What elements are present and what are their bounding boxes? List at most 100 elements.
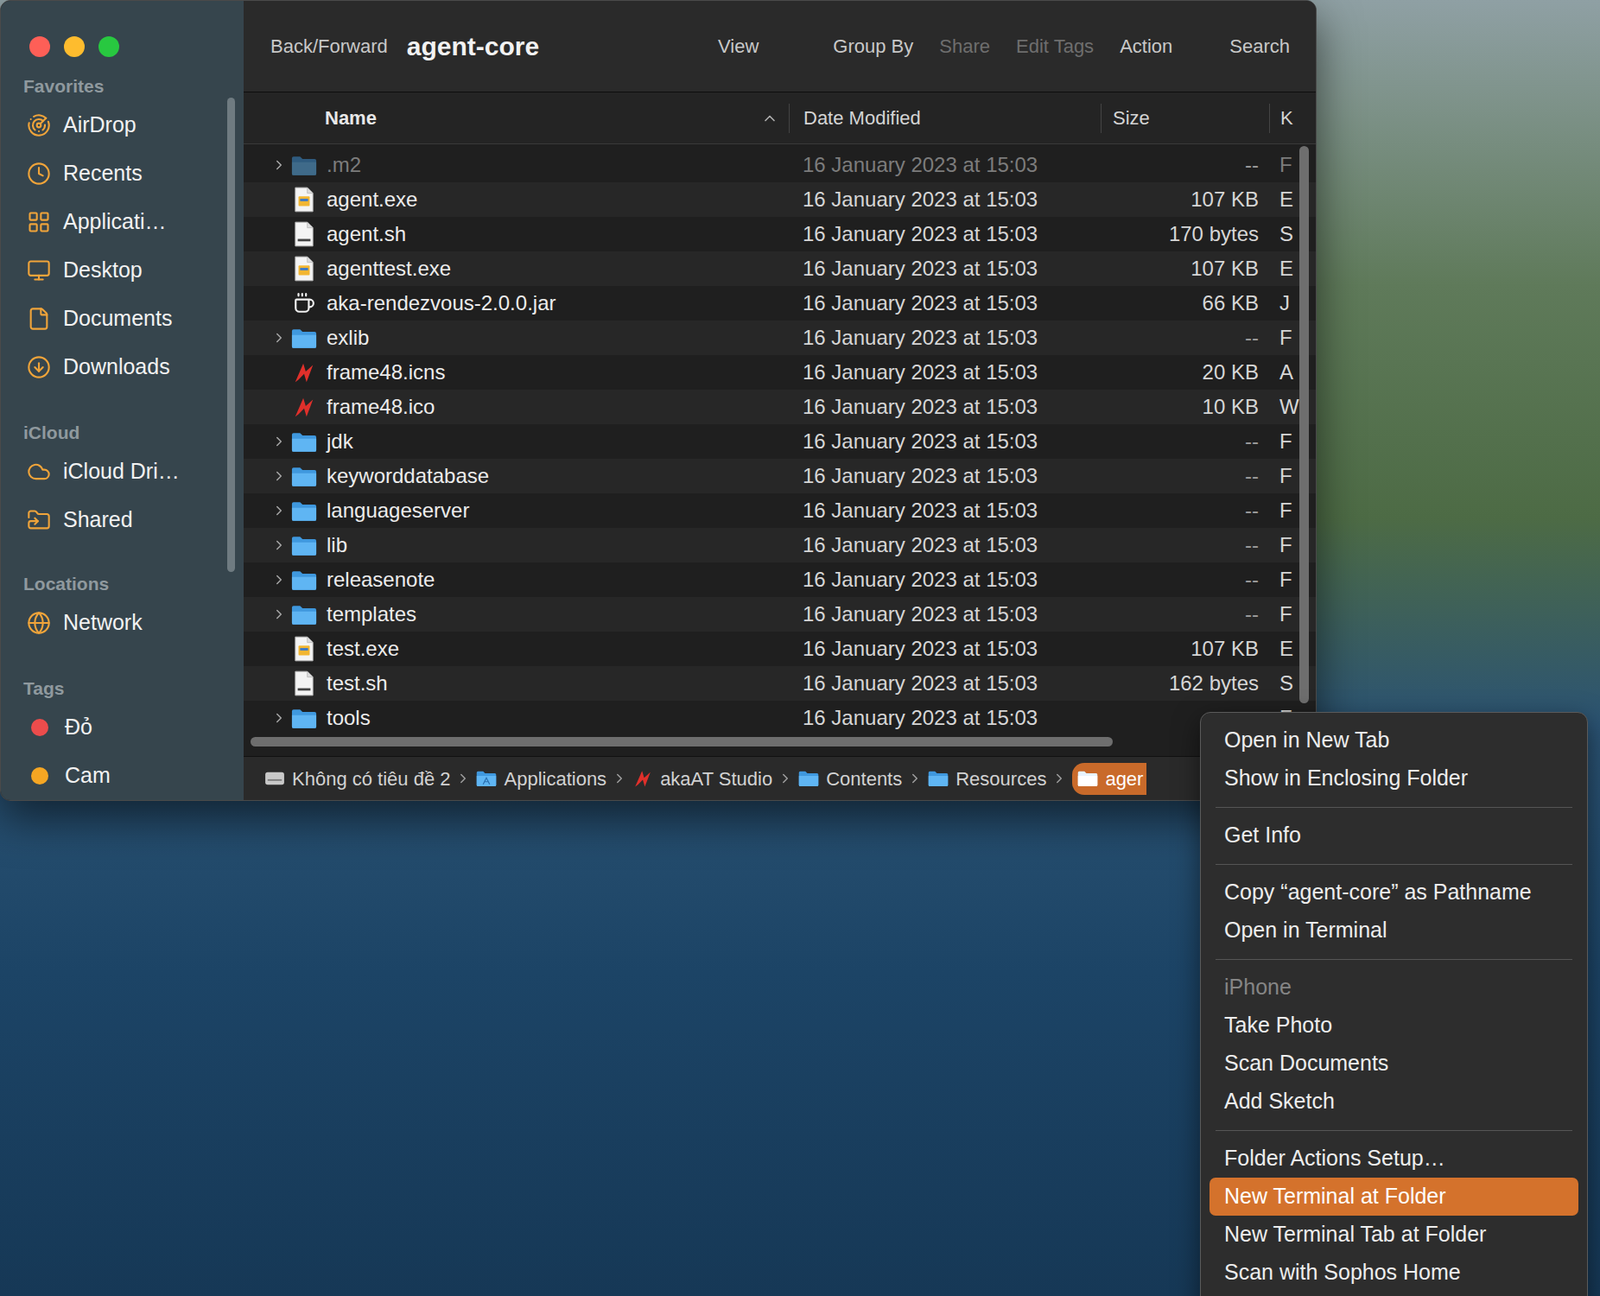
sidebar-item-label: Recents [63, 157, 143, 191]
window-title: agent-core [406, 26, 540, 66]
shell-script-icon [293, 221, 315, 248]
column-header: NameDate ModifiedSizeK [243, 92, 1316, 145]
disclosure-collapsed-icon[interactable] [271, 157, 287, 173]
sidebar-item[interactable]: Shared [0, 495, 244, 545]
table-row[interactable]: keyworddatabase16 January 2023 at 15:03-… [243, 458, 1316, 494]
table-row[interactable]: frame48.ico16 January 2023 at 15:0310 KB… [243, 389, 1316, 425]
date-cell: 16 January 2023 at 15:03 [788, 425, 1101, 458]
disclosure-collapsed-icon[interactable] [271, 468, 287, 484]
vertical-scrollbar[interactable] [1299, 146, 1309, 704]
table-row[interactable]: templates16 January 2023 at 15:03--F [243, 596, 1316, 632]
disclosure-collapsed-icon[interactable] [271, 502, 287, 519]
back-forward-button[interactable]: Back/Forward [270, 31, 388, 61]
sidebar-item[interactable]: iCloud Dri… [0, 447, 244, 496]
menu-item[interactable]: Show in Enclosing Folder [1209, 759, 1579, 798]
date-cell: 16 January 2023 at 15:03 [788, 287, 1101, 319]
table-row[interactable]: languageserver16 January 2023 at 15:03--… [243, 493, 1316, 528]
table-row[interactable]: .m216 January 2023 at 15:03--F [243, 147, 1316, 183]
toolbar-button[interactable]: Share [939, 31, 991, 61]
toolbar-button[interactable]: Group By [832, 31, 914, 61]
table-row[interactable]: releasenote16 January 2023 at 15:03--F [243, 562, 1316, 597]
sidebar-item[interactable]: Downloads [0, 342, 244, 392]
table-row[interactable]: aka-rendezvous-2.0.0.jar16 January 2023 … [243, 285, 1316, 321]
path-item[interactable]: akaAT Studio [632, 764, 773, 794]
sidebar-item[interactable]: Recents [0, 149, 244, 198]
toolbar-button[interactable]: Edit Tags [1015, 31, 1094, 61]
sidebar-item[interactable]: Applicati… [0, 197, 244, 247]
toolbar-button[interactable]: Action [1119, 31, 1173, 61]
disclosure-collapsed-icon[interactable] [271, 330, 287, 346]
column-header-cell[interactable]: Name [243, 103, 789, 134]
sidebar-item[interactable]: Cam [0, 751, 244, 800]
table-row[interactable]: frame48.icns16 January 2023 at 15:0320 K… [243, 355, 1316, 390]
path-item[interactable]: ager [1072, 762, 1147, 795]
sidebar-item-label: Documents [63, 302, 172, 336]
sidebar-item-icon [26, 161, 51, 186]
table-row[interactable]: tools16 January 2023 at 15:03--F [243, 700, 1316, 736]
path-item[interactable]: Applications [476, 764, 607, 794]
path-item[interactable]: Resources [927, 764, 1047, 794]
sidebar-item[interactable]: Network [0, 598, 244, 648]
table-row[interactable]: lib16 January 2023 at 15:03--F [243, 527, 1316, 563]
menu-item[interactable]: New Terminal Tab at Folder [1209, 1215, 1579, 1254]
toolbar-button[interactable]: Search [1229, 31, 1290, 61]
horizontal-scrollbar[interactable] [250, 736, 1113, 747]
disclosure-collapsed-icon[interactable] [271, 433, 287, 450]
size-cell: -- [1100, 322, 1270, 354]
menu-item[interactable]: Add Sketch [1209, 1082, 1579, 1121]
executable-icon [293, 635, 315, 662]
menu-item[interactable]: Take Photo [1209, 1006, 1579, 1045]
sidebar-item[interactable]: Documents [0, 294, 244, 343]
traffic-light-button[interactable] [98, 36, 120, 58]
path-item[interactable]: Không có tiêu đề 2 [264, 764, 451, 794]
tag-dot [31, 718, 49, 737]
traffic-light-button[interactable] [63, 36, 85, 58]
menu-separator [1209, 1120, 1579, 1140]
table-row[interactable]: agent.sh16 January 2023 at 15:03170 byte… [243, 216, 1316, 252]
path-item[interactable]: Contents [798, 764, 902, 794]
menu-section: Get Info [1209, 797, 1579, 855]
table-row[interactable]: agent.exe16 January 2023 at 15:03107 KBE [243, 182, 1316, 217]
date-cell: 16 January 2023 at 15:03 [788, 598, 1101, 630]
disclosure-collapsed-icon[interactable] [271, 710, 287, 726]
table-row[interactable]: exlib16 January 2023 at 15:03--F [243, 320, 1316, 356]
menu-item[interactable]: Open in Terminal [1209, 911, 1579, 950]
disclosure-collapsed-icon[interactable] [271, 571, 287, 588]
sidebar-item[interactable]: Đỏ [0, 703, 244, 752]
table-row[interactable]: test.exe16 January 2023 at 15:03107 KBE [243, 631, 1316, 667]
menu-item[interactable]: Scan with Sophos Home [1209, 1253, 1579, 1292]
date-cell: 16 January 2023 at 15:03 [788, 184, 1101, 216]
name-cell: test.sh [243, 667, 789, 699]
disclosure-collapsed-icon[interactable] [271, 606, 287, 623]
menu-separator [1209, 854, 1579, 874]
table-row[interactable]: jdk16 January 2023 at 15:03--F [243, 424, 1316, 459]
size-cell: -- [1100, 495, 1270, 527]
table-row[interactable]: test.sh16 January 2023 at 15:03162 bytes… [243, 666, 1316, 701]
menu-item[interactable]: Scan Documents [1209, 1044, 1579, 1083]
sidebar-item[interactable]: Desktop [0, 246, 244, 295]
traffic-light-button[interactable] [29, 36, 51, 58]
name-cell: jdk [243, 425, 789, 458]
file-name: agenttest.exe [326, 253, 451, 285]
menu-separator [1209, 797, 1579, 817]
sidebar-item-label: AirDrop [63, 108, 137, 142]
sidebar-scrollbar[interactable] [227, 97, 235, 572]
path-separator-icon [611, 770, 628, 787]
menu-item[interactable]: New Terminal at Folder [1209, 1177, 1579, 1216]
column-header-cell[interactable]: Size [1100, 103, 1270, 134]
sidebar-item[interactable]: AirDrop [0, 101, 244, 150]
menu-item[interactable]: Open in New Tab [1209, 721, 1579, 760]
folder-icon [1077, 769, 1099, 788]
table-row[interactable]: agenttest.exe16 January 2023 at 15:03107… [243, 251, 1316, 286]
menu-item[interactable]: Get Info [1209, 816, 1579, 855]
folder-icon [927, 769, 949, 788]
sidebar-section: FavoritesAirDropRecentsApplicati…Desktop… [0, 71, 244, 392]
menu-item[interactable]: Folder Actions Setup… [1209, 1139, 1579, 1178]
disclosure-collapsed-icon[interactable] [271, 537, 287, 553]
column-header-cell[interactable]: K [1269, 103, 1316, 134]
size-cell: -- [1100, 564, 1270, 596]
column-header-cell[interactable]: Date Modified [788, 103, 1101, 134]
toolbar-button[interactable]: View [717, 31, 759, 61]
menu-item: iPhone [1209, 968, 1579, 1007]
menu-item[interactable]: Copy “agent-core” as Pathname [1209, 873, 1579, 912]
